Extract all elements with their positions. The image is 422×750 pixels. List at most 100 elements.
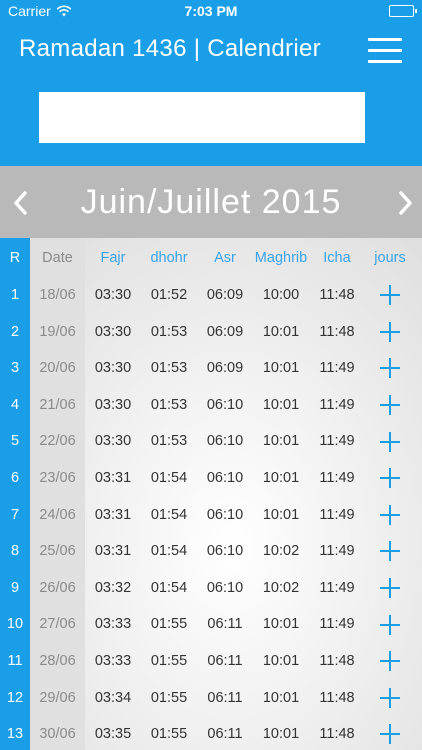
cell-fajr: 03:30 xyxy=(94,433,132,450)
cell-maghrib: 10:00 xyxy=(262,287,300,303)
cell-r: 13 xyxy=(6,726,24,743)
column-header-maghrib: Maghrib xyxy=(254,250,308,266)
plus-icon[interactable] xyxy=(380,394,400,415)
column-header-fajr: Fajr xyxy=(100,250,126,266)
cell-icha: 11:49 xyxy=(319,360,355,377)
table-header-row: R Date Fajr dhohr Asr Maghrib Icha jours xyxy=(0,240,422,276)
plus-icon[interactable] xyxy=(380,577,400,598)
month-label: Juin/Juillet 2015 xyxy=(80,183,342,221)
cell-dhohr: 01:55 xyxy=(150,689,188,706)
cell-icha: 11:49 xyxy=(319,616,355,633)
cell-maghrib: 10:02 xyxy=(262,543,300,560)
add-day-button[interactable] xyxy=(365,460,415,496)
cell-asr: 06:10 xyxy=(206,543,244,560)
plus-icon[interactable] xyxy=(380,651,400,672)
cell-maghrib: 10:01 xyxy=(262,506,300,523)
plus-icon[interactable] xyxy=(380,504,400,525)
plus-icon[interactable] xyxy=(380,358,400,379)
cell-asr: 06:10 xyxy=(206,396,244,413)
cell-r: 4 xyxy=(10,396,20,413)
cell-fajr: 03:33 xyxy=(94,616,132,633)
cell-date: 30/06 xyxy=(39,726,76,743)
add-day-button[interactable] xyxy=(365,570,415,606)
cell-maghrib: 10:01 xyxy=(262,396,300,413)
cell-maghrib: 10:01 xyxy=(262,470,300,486)
column-header-jours: jours xyxy=(374,250,406,266)
chevron-right-icon[interactable] xyxy=(394,190,416,216)
add-day-button[interactable] xyxy=(365,387,415,423)
plus-icon[interactable] xyxy=(380,724,400,745)
ad-banner[interactable] xyxy=(39,92,365,143)
cell-dhohr: 01:54 xyxy=(150,506,188,523)
plus-icon[interactable] xyxy=(380,614,400,635)
add-day-button[interactable] xyxy=(365,350,415,386)
cell-date: 23/06 xyxy=(39,470,76,486)
cell-icha: 11:49 xyxy=(319,470,355,486)
cell-asr: 06:09 xyxy=(206,287,244,303)
hamburger-menu-icon[interactable] xyxy=(368,38,402,66)
add-day-button[interactable] xyxy=(365,497,415,533)
plus-icon[interactable] xyxy=(380,431,400,452)
column-header-rank: R xyxy=(9,250,21,266)
cell-date: 24/06 xyxy=(39,506,76,523)
cell-maghrib: 10:01 xyxy=(262,433,300,450)
table-row: 5 22/06 03:30 01:53 06:10 10:01 11:49 xyxy=(0,423,422,459)
cell-asr: 06:11 xyxy=(207,616,243,633)
cell-fajr: 03:33 xyxy=(94,653,132,669)
cell-r: 7 xyxy=(10,506,20,523)
cell-r: 8 xyxy=(10,543,20,560)
table-row: 7 24/06 03:31 01:54 06:10 10:01 11:49 xyxy=(0,497,422,533)
plus-icon[interactable] xyxy=(380,541,400,562)
cell-r: 11 xyxy=(7,653,23,669)
cell-fajr: 03:30 xyxy=(94,396,132,413)
cell-dhohr: 01:55 xyxy=(150,653,188,669)
cell-date: 26/06 xyxy=(39,579,76,596)
add-day-button[interactable] xyxy=(365,606,415,642)
cell-icha: 11:49 xyxy=(319,433,355,450)
cell-date: 25/06 xyxy=(39,543,76,560)
plus-icon[interactable] xyxy=(380,468,400,489)
cell-fajr: 03:35 xyxy=(94,726,132,743)
table-row: 9 26/06 03:32 01:54 06:10 10:02 11:49 xyxy=(0,570,422,606)
cell-r: 6 xyxy=(10,470,20,486)
add-day-button[interactable] xyxy=(365,533,415,569)
table-row: 2 19/06 03:30 01:53 06:09 10:01 11:48 xyxy=(0,314,422,350)
plus-icon[interactable] xyxy=(380,687,400,708)
table-row: 12 29/06 03:34 01:55 06:11 10:01 11:48 xyxy=(0,680,422,716)
month-navigation: Juin/Juillet 2015 xyxy=(0,166,422,238)
cell-dhohr: 01:53 xyxy=(150,323,188,340)
table-row: 4 21/06 03:30 01:53 06:10 10:01 11:49 xyxy=(0,387,422,423)
cell-date: 18/06 xyxy=(39,287,76,303)
cell-maghrib: 10:01 xyxy=(262,726,300,743)
plus-icon[interactable] xyxy=(380,285,400,306)
battery-icon xyxy=(389,5,417,17)
cell-dhohr: 01:53 xyxy=(150,396,188,413)
add-day-button[interactable] xyxy=(365,423,415,459)
cell-r: 12 xyxy=(6,689,24,706)
column-header-dhohr: dhohr xyxy=(150,250,188,266)
add-day-button[interactable] xyxy=(365,643,415,679)
add-day-button[interactable] xyxy=(365,680,415,716)
add-day-button[interactable] xyxy=(365,314,415,350)
table-row: 3 20/06 03:30 01:53 06:09 10:01 11:49 xyxy=(0,350,422,386)
table-row: 10 27/06 03:33 01:55 06:11 10:01 11:49 xyxy=(0,606,422,642)
cell-r: 9 xyxy=(10,579,20,596)
cell-asr: 06:09 xyxy=(206,360,244,377)
cell-asr: 06:10 xyxy=(206,433,244,450)
cell-fajr: 03:30 xyxy=(94,360,132,377)
cell-maghrib: 10:01 xyxy=(262,360,300,377)
cell-date: 27/06 xyxy=(39,616,76,633)
cell-icha: 11:48 xyxy=(319,653,355,669)
add-day-button[interactable] xyxy=(365,277,415,313)
cell-asr: 06:11 xyxy=(207,726,243,743)
cell-date: 21/06 xyxy=(39,396,76,413)
plus-icon[interactable] xyxy=(380,321,400,342)
cell-maghrib: 10:01 xyxy=(262,616,300,633)
table-row: 1 18/06 03:30 01:52 06:09 10:00 11:48 xyxy=(0,277,422,313)
status-time: 7:03 PM xyxy=(184,3,238,19)
column-header-asr: Asr xyxy=(214,250,236,266)
table-row: 13 30/06 03:35 01:55 06:11 10:01 11:48 xyxy=(0,716,422,750)
cell-fajr: 03:30 xyxy=(94,287,132,303)
cell-fajr: 03:32 xyxy=(94,579,132,596)
add-day-button[interactable] xyxy=(365,716,415,750)
